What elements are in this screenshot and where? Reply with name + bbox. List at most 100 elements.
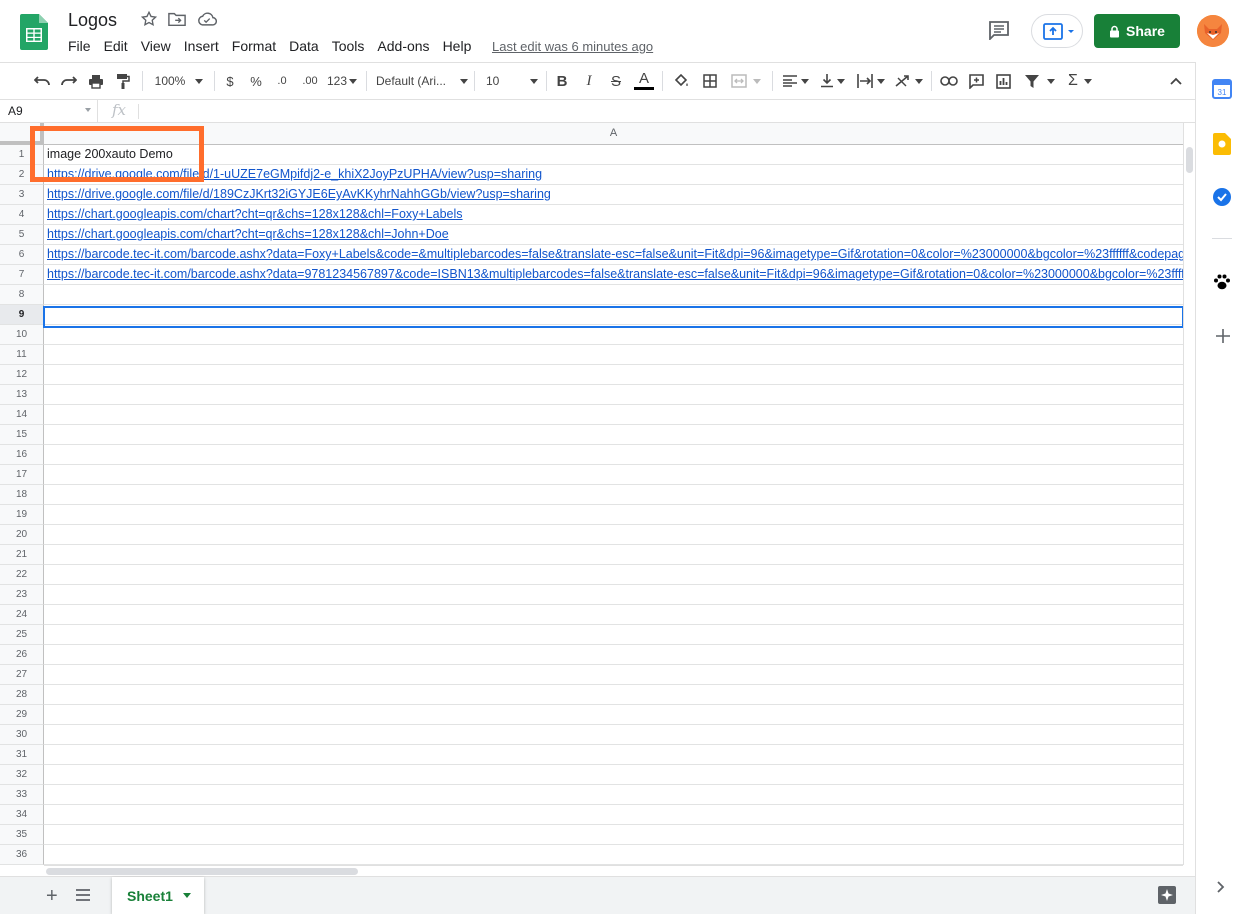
star-icon[interactable] <box>140 10 158 28</box>
insert-link-button[interactable] <box>938 63 960 99</box>
cell-a34[interactable] <box>44 805 1183 825</box>
percent-format-button[interactable]: % <box>247 63 265 99</box>
cell-a11[interactable] <box>44 345 1183 365</box>
more-formats-button[interactable]: 123 <box>326 63 358 99</box>
cell-a25[interactable] <box>44 625 1183 645</box>
cell-a28[interactable] <box>44 685 1183 705</box>
menu-insert[interactable]: Insert <box>184 38 219 56</box>
redo-button[interactable] <box>57 63 81 99</box>
row-header-28[interactable]: 28 <box>0 685 44 705</box>
row-header-12[interactable]: 12 <box>0 365 44 385</box>
avatar[interactable] <box>1197 15 1229 47</box>
collapse-menus-button[interactable] <box>1166 63 1186 99</box>
cell-a30[interactable] <box>44 725 1183 745</box>
borders-button[interactable] <box>699 63 721 99</box>
document-title[interactable]: Logos <box>68 10 117 31</box>
all-sheets-menu-icon[interactable] <box>76 889 90 901</box>
row-header-35[interactable]: 35 <box>0 825 44 845</box>
zoom-select[interactable]: 100% <box>150 63 208 99</box>
menu-format[interactable]: Format <box>232 38 276 56</box>
paint-format-button[interactable] <box>111 63 135 99</box>
insert-comment-button[interactable] <box>965 63 987 99</box>
row-header-10[interactable]: 10 <box>0 325 44 345</box>
fill-color-button[interactable] <box>670 63 692 99</box>
font-size-select[interactable]: 10 <box>486 63 538 99</box>
row-header-8[interactable]: 8 <box>0 285 44 305</box>
cell-a17[interactable] <box>44 465 1183 485</box>
comment-history-icon[interactable] <box>988 20 1010 40</box>
row-header-9[interactable]: 9 <box>0 305 44 325</box>
row-header-29[interactable]: 29 <box>0 705 44 725</box>
cell-a32[interactable] <box>44 765 1183 785</box>
sheet-tab-sheet1[interactable]: Sheet1 <box>112 877 204 914</box>
cell-a35[interactable] <box>44 825 1183 845</box>
add-addon-icon[interactable] <box>1216 329 1230 343</box>
increase-decimal-button[interactable]: .00 <box>298 63 322 99</box>
horizontal-align-button[interactable] <box>780 63 812 99</box>
menu-data[interactable]: Data <box>289 38 319 56</box>
row-header-18[interactable]: 18 <box>0 485 44 505</box>
italic-button[interactable]: I <box>580 63 598 99</box>
row-header-32[interactable]: 32 <box>0 765 44 785</box>
active-cell-selection[interactable] <box>43 306 1184 328</box>
row-header-26[interactable]: 26 <box>0 645 44 665</box>
cell-a2[interactable]: https://drive.google.com/file/d/1-uUZE7e… <box>44 165 1183 185</box>
cell-a8[interactable] <box>44 285 1183 305</box>
row-header-24[interactable]: 24 <box>0 605 44 625</box>
row-header-22[interactable]: 22 <box>0 565 44 585</box>
row-header-4[interactable]: 4 <box>0 205 44 225</box>
cell-a16[interactable] <box>44 445 1183 465</box>
row-header-20[interactable]: 20 <box>0 525 44 545</box>
name-box-dropdown-icon[interactable] <box>85 108 91 112</box>
row-header-25[interactable]: 25 <box>0 625 44 645</box>
menu-view[interactable]: View <box>141 38 171 56</box>
insert-chart-button[interactable] <box>992 63 1014 99</box>
row-header-3[interactable]: 3 <box>0 185 44 205</box>
cell-a18[interactable] <box>44 485 1183 505</box>
cell-a20[interactable] <box>44 525 1183 545</box>
row-header-7[interactable]: 7 <box>0 265 44 285</box>
cloud-saved-icon[interactable] <box>197 12 217 26</box>
cell-a15[interactable] <box>44 425 1183 445</box>
menu-addons[interactable]: Add-ons <box>377 38 429 56</box>
menu-tools[interactable]: Tools <box>332 38 365 56</box>
row-header-16[interactable]: 16 <box>0 445 44 465</box>
present-button[interactable] <box>1031 14 1083 48</box>
row-header-14[interactable]: 14 <box>0 405 44 425</box>
paw-addon-icon[interactable] <box>1213 274 1231 290</box>
explore-icon[interactable] <box>1157 885 1177 905</box>
cell-a26[interactable] <box>44 645 1183 665</box>
chevron-right-icon[interactable] <box>1217 881 1225 893</box>
menu-help[interactable]: Help <box>443 38 472 56</box>
undo-button[interactable] <box>30 63 54 99</box>
cell-a36[interactable] <box>44 845 1183 865</box>
merge-cells-button[interactable] <box>727 63 765 99</box>
cell-a24[interactable] <box>44 605 1183 625</box>
cell-a12[interactable] <box>44 365 1183 385</box>
vertical-scroll-thumb[interactable] <box>1186 147 1193 173</box>
font-family-select[interactable]: Default (Ari... <box>376 63 468 99</box>
move-folder-icon[interactable] <box>168 11 186 27</box>
cell-a23[interactable] <box>44 585 1183 605</box>
name-box[interactable]: A9 <box>0 100 98 122</box>
cell-a6[interactable]: https://barcode.tec-it.com/barcode.ashx?… <box>44 245 1183 265</box>
row-header-21[interactable]: 21 <box>0 545 44 565</box>
row-header-15[interactable]: 15 <box>0 425 44 445</box>
text-color-button[interactable]: A <box>632 63 656 99</box>
cell-a10[interactable] <box>44 325 1183 345</box>
horizontal-scroll-thumb[interactable] <box>46 868 358 875</box>
row-header-34[interactable]: 34 <box>0 805 44 825</box>
cell-a27[interactable] <box>44 665 1183 685</box>
cell-a19[interactable] <box>44 505 1183 525</box>
cell-a3[interactable]: https://drive.google.com/file/d/189CzJKr… <box>44 185 1183 205</box>
filter-button[interactable] <box>1020 63 1060 99</box>
share-button[interactable]: Share <box>1094 14 1180 48</box>
row-header-27[interactable]: 27 <box>0 665 44 685</box>
row-header-33[interactable]: 33 <box>0 785 44 805</box>
cell-a29[interactable] <box>44 705 1183 725</box>
row-header-6[interactable]: 6 <box>0 245 44 265</box>
column-header-a[interactable]: A <box>44 123 1183 145</box>
row-header-19[interactable]: 19 <box>0 505 44 525</box>
vertical-scrollbar[interactable] <box>1183 123 1195 865</box>
row-header-31[interactable]: 31 <box>0 745 44 765</box>
